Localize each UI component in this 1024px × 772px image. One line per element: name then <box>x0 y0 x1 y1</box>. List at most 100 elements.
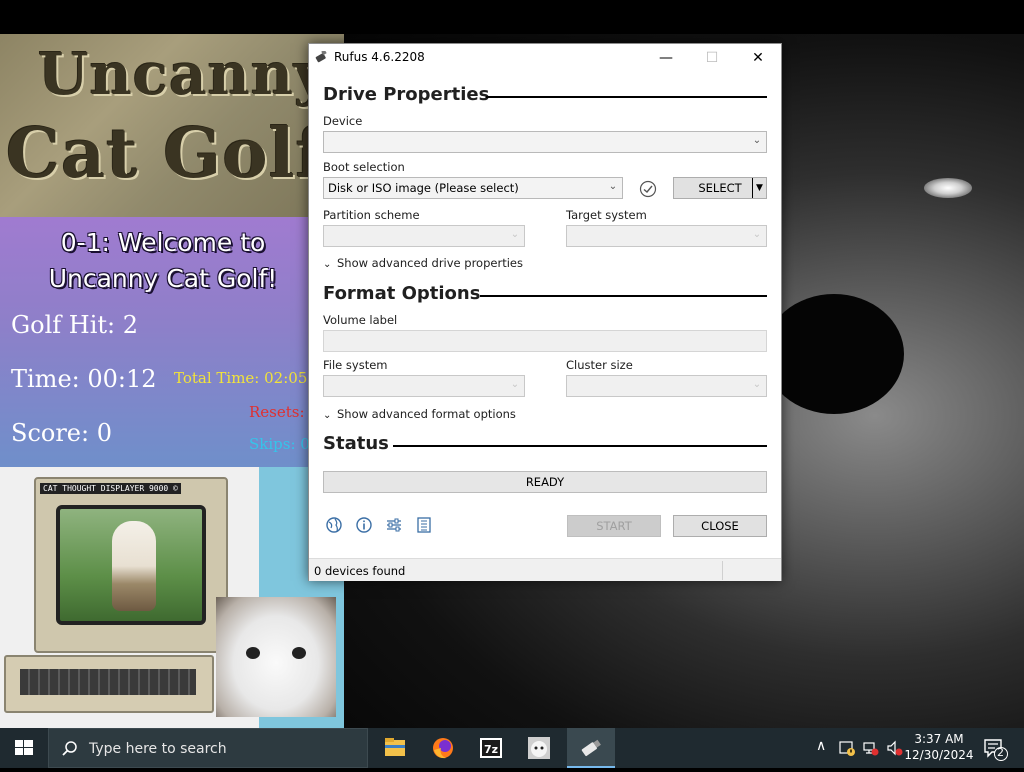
taskbar-7zip[interactable]: 7z <box>467 728 515 768</box>
chevron-down-icon: ⌄ <box>608 181 618 192</box>
maximize-button[interactable]: ☐ <box>689 44 735 72</box>
taskbar-cat-game[interactable] <box>515 728 563 768</box>
window-title: Rufus 4.6.2208 <box>334 50 425 64</box>
game-stats-panel: 0-1: Welcome to Uncanny Cat Golf! Golf H… <box>0 217 344 467</box>
globe-icon[interactable] <box>325 516 343 534</box>
file-system-label: File system <box>323 358 388 372</box>
keyboard-keys <box>20 669 196 695</box>
usb-drive-icon <box>581 739 601 757</box>
check-circle-icon[interactable] <box>639 180 657 198</box>
drive-properties-heading: Drive Properties <box>323 84 490 105</box>
keyboard <box>4 655 214 713</box>
desktop: Uncanny Cat Golf 0-1: Welcome to Uncanny… <box>0 0 1024 728</box>
chevron-down-icon: ⌄ <box>752 379 762 390</box>
search-icon <box>62 741 77 756</box>
chevron-down-icon: ⌄ <box>323 410 332 421</box>
device-dropdown[interactable]: ⌄ <box>323 131 767 153</box>
taskbar-clock[interactable]: 3:37 AM 12/30/2024 <box>904 731 974 763</box>
show-advanced-drive-properties[interactable]: ⌄ Show advanced drive properties <box>323 256 523 270</box>
monitor-screen <box>56 505 206 625</box>
svg-text:7z: 7z <box>484 743 498 756</box>
speaker-muted-icon[interactable] <box>886 739 904 757</box>
cat-right-eye <box>292 647 306 659</box>
cluster-size-label: Cluster size <box>566 358 633 372</box>
retro-computer-image: CAT THOUGHT DISPLAYER 9000 © <box>4 477 228 717</box>
settings-sliders-icon[interactable] <box>385 516 403 534</box>
file-system-dropdown[interactable]: ⌄ <box>323 375 525 397</box>
rufus-window[interactable]: Rufus 4.6.2208 — ☐ ✕ Drive Properties De… <box>308 43 782 581</box>
partition-scheme-dropdown[interactable]: ⌄ <box>323 225 525 247</box>
score-counter: Score: 0 <box>11 419 112 447</box>
cat-photo <box>216 597 336 717</box>
cluster-size-dropdown[interactable]: ⌄ <box>566 375 767 397</box>
chevron-down-icon: ⌄ <box>752 135 762 146</box>
chevron-down-icon: ⌄ <box>510 379 520 390</box>
cat-game-icon <box>528 737 550 759</box>
cat-golf-game-window[interactable]: Uncanny Cat Golf 0-1: Welcome to Uncanny… <box>0 34 344 728</box>
cat-left-eye <box>246 647 260 659</box>
usb-drive-icon <box>315 51 327 63</box>
status-bar: 0 devices found <box>309 558 781 581</box>
monitor-label: CAT THOUGHT DISPLAYER 9000 © <box>40 483 181 494</box>
chevron-up-icon[interactable]: ∧ <box>816 738 826 754</box>
network-icon[interactable] <box>862 739 880 757</box>
section-rule <box>486 96 767 98</box>
start-button[interactable]: START <box>567 515 661 537</box>
skips-counter: Skips: 0 <box>249 435 310 453</box>
boot-selection-label: Boot selection <box>323 160 405 174</box>
taskbar-firefox[interactable] <box>419 728 467 768</box>
partition-scheme-label: Partition scheme <box>323 208 420 222</box>
time-counter: Time: 00:12 <box>11 365 157 393</box>
target-system-dropdown[interactable]: ⌄ <box>566 225 767 247</box>
total-time: Total Time: 02:05 <box>174 369 308 387</box>
banner-title-line2: Cat Golf <box>6 114 326 194</box>
firefox-icon <box>433 738 453 759</box>
select-button-label: SELECT <box>698 181 742 195</box>
clock-time: 3:37 AM <box>914 732 964 746</box>
game-banner: Uncanny Cat Golf <box>0 34 344 217</box>
section-rule <box>393 445 767 447</box>
show-advanced-format-options[interactable]: ⌄ Show advanced format options <box>323 407 516 421</box>
devices-found-text: 0 devices found <box>314 564 406 578</box>
notification-count: 2 <box>997 746 1004 759</box>
volume-label-input[interactable] <box>323 330 767 352</box>
status-progress-bar: READY <box>323 471 767 493</box>
format-options-heading: Format Options <box>323 283 481 304</box>
search-placeholder: Type here to search <box>89 741 227 757</box>
taskbar-search-box[interactable]: Type here to search <box>48 728 368 768</box>
screen-cat-image <box>112 521 156 611</box>
security-alert-icon[interactable] <box>838 739 856 757</box>
select-button[interactable]: SELECT ▼ <box>673 177 767 199</box>
title-bar[interactable]: Rufus 4.6.2208 — ☐ ✕ <box>309 44 781 72</box>
section-rule <box>480 295 767 297</box>
close-button[interactable]: CLOSE <box>673 515 767 537</box>
taskbar-rufus[interactable] <box>567 728 615 768</box>
advanced-drive-label: Show advanced drive properties <box>337 256 523 270</box>
level-title: 0-1: Welcome to Uncanny Cat Golf! <box>48 228 278 293</box>
clock-date: 12/30/2024 <box>904 748 974 762</box>
advanced-format-label: Show advanced format options <box>337 407 516 421</box>
7zip-icon: 7z <box>480 738 502 758</box>
chevron-down-icon: ⌄ <box>752 229 762 240</box>
chevron-down-icon: ⌄ <box>510 229 520 240</box>
caret-down-icon[interactable]: ▼ <box>752 178 766 198</box>
minimize-button[interactable]: — <box>643 44 689 72</box>
close-window-button[interactable]: ✕ <box>735 44 781 72</box>
game-image-area: CAT THOUGHT DISPLAYER 9000 © <box>0 467 344 728</box>
banner-title-line1: Uncanny <box>38 40 329 108</box>
notification-center-icon[interactable] <box>980 736 1010 762</box>
boot-selection-value: Disk or ISO image (Please select) <box>328 181 519 195</box>
boot-selection-dropdown[interactable]: Disk or ISO image (Please select) ⌄ <box>323 177 623 199</box>
windows-start-icon[interactable] <box>0 728 48 768</box>
device-label: Device <box>323 114 363 128</box>
folder-icon <box>385 738 405 756</box>
taskbar: Type here to search 7z ∧ 3:37 AM 12/30/2… <box>0 728 1024 768</box>
chevron-down-icon: ⌄ <box>323 259 332 270</box>
info-icon[interactable] <box>355 516 373 534</box>
target-system-label: Target system <box>566 208 647 222</box>
log-icon[interactable] <box>415 516 433 534</box>
golf-hit-counter: Golf Hit: 2 <box>11 311 139 339</box>
monitor: CAT THOUGHT DISPLAYER 9000 © <box>34 477 228 653</box>
taskbar-file-explorer[interactable] <box>371 728 419 768</box>
status-heading: Status <box>323 433 389 454</box>
